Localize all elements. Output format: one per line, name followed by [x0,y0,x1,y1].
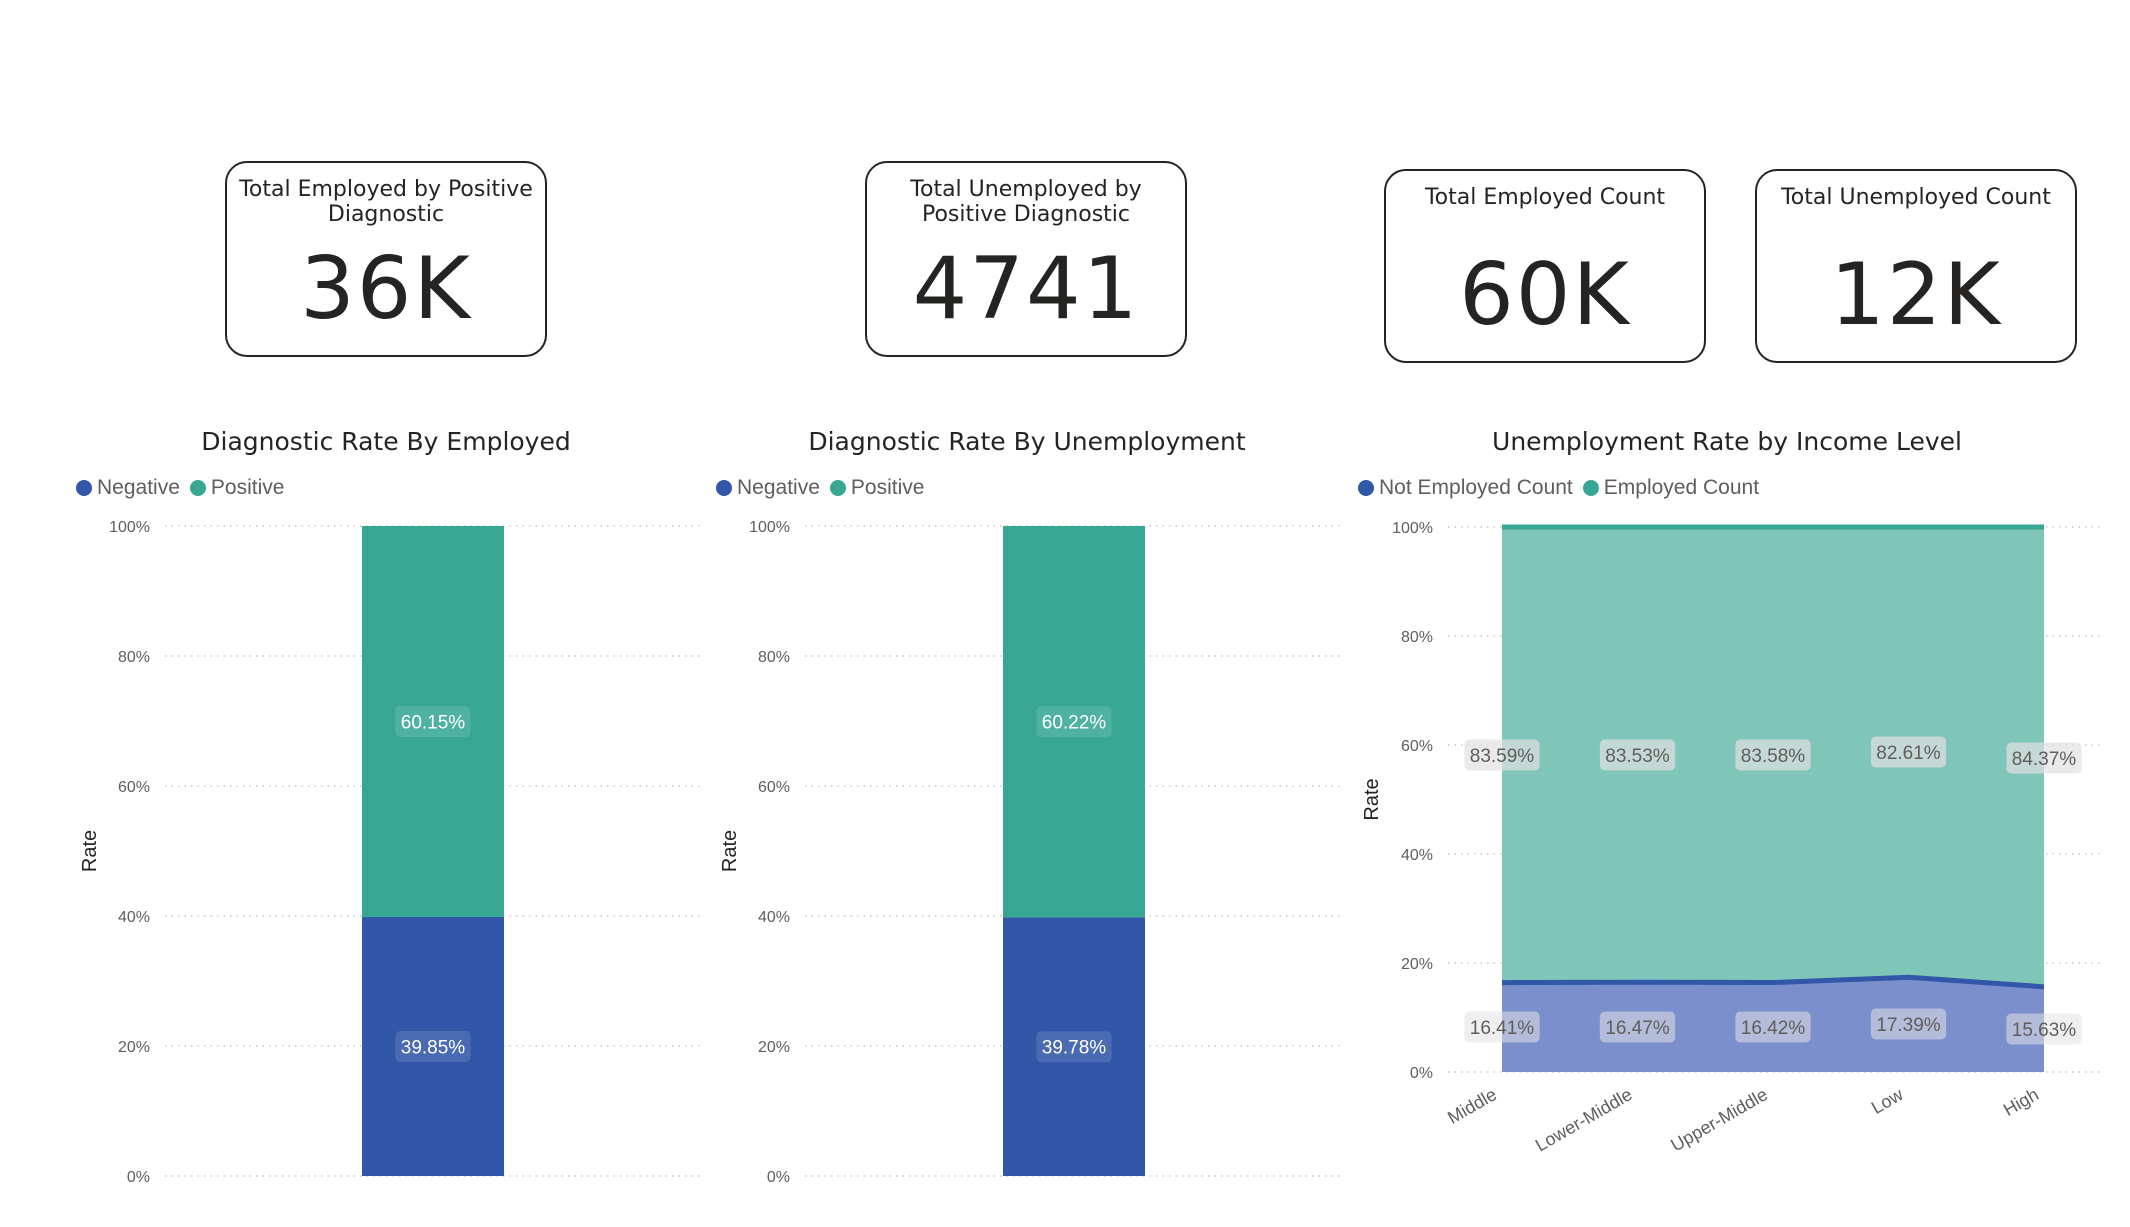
data-label-employed-text: 82.61% [1876,743,1941,764]
data-label-employed: 82.61% [1870,736,1947,768]
x-tick-label: High [2000,1084,2042,1120]
data-label-not-employed: 16.42% [1735,1011,1811,1043]
data-label-employed-text: 83.59% [1470,746,1535,767]
y-tick-label: 60% [1401,738,1433,755]
data-label-positive-text: 60.15% [401,712,466,733]
y-tick-label: 0% [127,1169,150,1186]
data-label-negative: 39.78% [1036,1031,1112,1063]
data-label-not-employed: 16.41% [1464,1011,1540,1043]
y-tick-label: 100% [109,519,150,536]
y-tick-label: 20% [758,1039,790,1056]
data-label-employed: 83.59% [1464,739,1540,771]
data-label-employed: 83.58% [1735,739,1811,771]
charts-canvas: 0% 20% 40% 60% 80% 100% Rate 39.85% 60.15% 0% 20% 4… [79,519,2100,1186]
y-tick-label: 80% [1401,629,1433,646]
data-label-employed-text: 83.58% [1741,746,1806,767]
data-label-not-employed-text: 16.42% [1741,1018,1806,1039]
y-tick-label: 80% [758,649,790,666]
data-label-negative-text: 39.85% [401,1037,466,1058]
data-label-negative: 39.85% [395,1030,471,1062]
y-tick-label: 100% [1392,520,1433,537]
data-label-negative-text: 39.78% [1042,1038,1107,1059]
data-label-not-employed-text: 17.39% [1876,1015,1941,1036]
y-tick-label: 40% [118,909,150,926]
data-label-not-employed-text: 16.47% [1605,1018,1670,1039]
y-tick-label: 80% [118,649,150,666]
y-axis-label: Rate [719,830,741,872]
y-tick-label: 40% [1401,847,1433,864]
data-label-employed-text: 84.37% [2012,749,2077,770]
y-tick-label: 20% [1401,956,1433,973]
data-label-not-employed: 15.63% [2006,1013,2082,1045]
data-label-employed-text: 83.53% [1605,746,1670,767]
data-label-employed: 84.37% [2006,742,2082,774]
y-tick-label: 60% [758,779,790,796]
y-tick-label: 40% [758,909,790,926]
y-tick-label: 0% [1410,1065,1433,1082]
data-label-positive: 60.15% [395,705,471,737]
x-tick-label: Middle [1444,1084,1500,1128]
data-label-not-employed-text: 16.41% [1470,1018,1535,1039]
x-tick-label: Low [1868,1084,1907,1118]
y-tick-label: 60% [118,779,150,796]
data-label-positive-text: 60.22% [1042,713,1107,734]
y-tick-label: 100% [749,519,790,536]
data-label-not-employed: 17.39% [1870,1008,1947,1040]
y-tick-label: 0% [767,1169,790,1186]
y-tick-label: 20% [118,1039,150,1056]
x-tick-label: Upper-Middle [1667,1084,1771,1155]
data-label-positive: 60.22% [1036,706,1112,738]
data-label-not-employed: 16.47% [1599,1011,1676,1043]
data-label-employed: 83.53% [1599,739,1676,771]
y-axis-label: Rate [1361,778,1383,820]
x-tick-label: Lower-Middle [1532,1084,1636,1155]
y-axis-label: Rate [79,830,101,872]
data-label-not-employed-text: 15.63% [2012,1020,2077,1041]
